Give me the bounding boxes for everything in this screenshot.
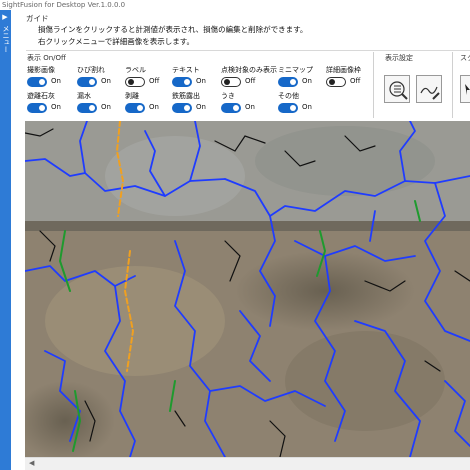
toggle-label: 鉄筋露出	[172, 92, 200, 100]
toggle-knob	[233, 105, 239, 111]
toggle-knob	[128, 79, 134, 85]
toggle-state-text: On	[196, 103, 206, 111]
toggle-state-text: On	[101, 77, 111, 85]
toggle-switch[interactable]	[27, 103, 47, 113]
surface-patch	[45, 266, 225, 376]
toggle-knob	[137, 105, 143, 111]
crack-overlay[interactable]	[25, 121, 470, 457]
settings-list-icon	[389, 81, 408, 100]
scroll-left-icon[interactable]: ◀	[29, 459, 34, 467]
toggle-knob	[89, 105, 95, 111]
toggle-knob	[329, 79, 335, 85]
toggle-state-text: On	[51, 77, 61, 85]
guide-title: ガイド	[26, 14, 49, 23]
toggle-switch[interactable]	[125, 77, 145, 87]
toggle-label: ラベル	[125, 66, 146, 74]
toggle-switch[interactable]	[172, 103, 192, 113]
toggle-switch[interactable]	[77, 103, 97, 113]
display-settings-button[interactable]	[384, 75, 410, 103]
guide-panel: ガイド 損傷ラインをクリックすると計測値が表示され、損傷の編集と削除ができます。…	[11, 11, 470, 51]
guide-line: 損傷ラインをクリックすると計測値が表示され、損傷の編集と削除ができます。	[38, 25, 308, 34]
toggle-switch[interactable]	[278, 103, 298, 113]
joint-line	[25, 221, 470, 231]
menu-label[interactable]: メニュー	[1, 25, 10, 53]
line-style-icon	[420, 86, 440, 100]
scroll-tool-button[interactable]	[460, 75, 470, 103]
surface-patch	[285, 331, 445, 431]
toggle-state-text: On	[302, 77, 312, 85]
toggle-state-text: Off	[149, 77, 160, 85]
toggle-label: 撮影画像	[27, 66, 55, 74]
toggle-state-text: Off	[245, 77, 256, 85]
toggle-label: うき	[221, 92, 235, 100]
divider	[452, 52, 453, 118]
side-menu[interactable]: ▶ メニュー	[0, 10, 11, 470]
toggle-label: 剥離	[125, 92, 139, 100]
toggle-state-text: On	[245, 103, 255, 111]
toggle-switch[interactable]	[172, 77, 192, 87]
surface-patch	[105, 136, 245, 216]
toggle-state-text: On	[149, 103, 159, 111]
horizontal-scrollbar[interactable]: ◀	[25, 457, 470, 470]
toggle-knob	[290, 105, 296, 111]
guide-line: 右クリックメニューで詳細画像を表示します。	[38, 37, 194, 46]
toggle-label: 漏水	[77, 92, 91, 100]
toggle-label: その他	[278, 92, 299, 100]
divider	[26, 50, 470, 51]
toggle-label: 遊離石灰	[27, 92, 55, 100]
display-onoff-label: 表示 On/Off	[27, 54, 66, 62]
toggle-switch[interactable]	[221, 77, 241, 87]
toggle-knob	[39, 79, 45, 85]
toggle-switch[interactable]	[125, 103, 145, 113]
expand-menu-icon[interactable]: ▶	[1, 13, 9, 21]
divider	[373, 52, 374, 118]
window-title: SightFusion for Desktop Ver.1.0.0.0	[0, 0, 470, 10]
toggle-switch[interactable]	[77, 77, 97, 87]
toggle-knob	[184, 79, 190, 85]
toggle-label: テキスト	[172, 66, 200, 74]
display-settings-label: 表示設定	[385, 54, 413, 62]
toggle-knob	[290, 79, 296, 85]
toggle-knob	[89, 79, 95, 85]
toggle-switch[interactable]	[27, 77, 47, 87]
toggle-state-text: Off	[350, 77, 361, 85]
toggle-knob	[184, 105, 190, 111]
toggle-switch[interactable]	[278, 77, 298, 87]
inspection-image-viewer[interactable]	[25, 121, 470, 457]
toggle-knob	[224, 79, 230, 85]
cursor-icon	[465, 84, 470, 95]
toggle-state-text: On	[196, 77, 206, 85]
toggle-label: ひび割れ	[77, 66, 105, 74]
scroll-section-label: スク	[460, 54, 470, 62]
toggle-switch[interactable]	[221, 103, 241, 113]
toggle-knob	[39, 105, 45, 111]
stain-patch	[235, 251, 415, 331]
toggle-label: 詳細画像枠	[326, 66, 361, 74]
line-style-button[interactable]	[416, 75, 442, 103]
toggle-label: ミニマップ	[278, 66, 313, 74]
toggle-switch[interactable]	[326, 77, 346, 87]
toggle-label: 点検対象のみ表示	[221, 66, 277, 74]
toggle-state-text: On	[302, 103, 312, 111]
toggle-state-text: On	[101, 103, 111, 111]
toggle-state-text: On	[51, 103, 61, 111]
